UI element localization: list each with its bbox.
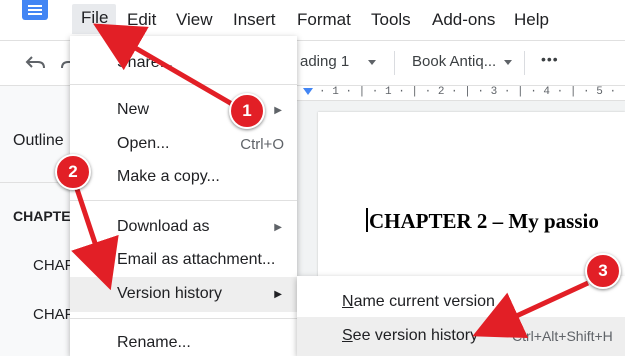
paragraph-style-dropdown[interactable]: ading 1 — [300, 53, 349, 70]
menu-item-version-history-label[interactable]: Version history — [117, 285, 222, 303]
chapter-heading: CHAPTER 2 – My passio — [366, 208, 599, 234]
version-history-submenu: Name current version See version history… — [297, 276, 625, 356]
outline-panel: Outline CHAPTE CHAP CHAP — [0, 86, 75, 356]
menu-file[interactable]: File — [72, 4, 117, 34]
menu-help[interactable]: Help — [514, 9, 549, 31]
more-options-button[interactable]: ••• — [541, 51, 559, 67]
outline-item[interactable]: CHAPTE — [13, 208, 71, 224]
dropdown-caret-icon — [368, 60, 376, 65]
menu-item-share[interactable]: Share... — [117, 54, 173, 72]
callout-1: 1 — [229, 93, 265, 129]
docs-logo-icon[interactable] — [22, 0, 48, 20]
menu-insert[interactable]: Insert — [233, 9, 276, 31]
menu-edit[interactable]: Edit — [127, 9, 156, 31]
menu-bar: File Edit View Insert Format Tools Add-o… — [0, 0, 625, 40]
submenu-arrow-icon: ▶ — [274, 289, 282, 300]
menu-item-new[interactable]: New — [117, 101, 149, 119]
chapter-heading-text: CHAPTER 2 – My passio — [369, 209, 599, 233]
menu-item-see-version-history[interactable]: See version history — [342, 327, 478, 345]
menu-divider — [70, 84, 297, 85]
file-menu-dropdown: Share... New ▶ Open... Ctrl+O Make a cop… — [70, 36, 297, 356]
menu-item-download-as[interactable]: Download as — [117, 218, 210, 236]
menu-add-ons[interactable]: Add-ons — [432, 9, 495, 31]
toolbar-divider — [394, 51, 395, 75]
menu-item-email-attachment[interactable]: Email as attachment... — [117, 251, 275, 269]
ruler-marks: · 1 · | · 1 · | · 2 · | · 3 · | · 4 · | … — [319, 86, 617, 98]
see-version-history-shortcut: Ctrl+Alt+Shift+H — [512, 328, 613, 344]
open-shortcut: Ctrl+O — [240, 136, 284, 153]
callout-2: 2 — [55, 154, 91, 190]
outline-item[interactable]: CHAP — [33, 306, 75, 323]
menu-item-open[interactable]: Open... — [117, 135, 169, 153]
menu-item-rename[interactable]: Rename... — [117, 334, 191, 352]
indent-marker-icon[interactable] — [303, 88, 313, 96]
toolbar-divider — [524, 51, 525, 75]
menu-view[interactable]: View — [176, 9, 213, 31]
menu-divider — [70, 318, 297, 319]
dropdown-caret-icon — [504, 60, 512, 65]
outline-title: Outline — [13, 132, 64, 149]
callout-3: 3 — [585, 253, 621, 289]
menu-format[interactable]: Format — [297, 9, 351, 31]
font-dropdown[interactable]: Book Antiq... — [412, 53, 496, 70]
menu-item-name-current-version[interactable]: Name current version — [342, 293, 495, 311]
ruler: · 1 · | · 1 · | · 2 · | · 3 · | · 4 · | … — [297, 86, 625, 101]
menu-divider — [70, 200, 297, 201]
menu-item-make-copy[interactable]: Make a copy... — [117, 168, 220, 186]
submenu-arrow-icon: ▶ — [274, 105, 282, 116]
submenu-arrow-icon: ▶ — [274, 222, 282, 233]
outline-item[interactable]: CHAP — [33, 257, 75, 274]
text-cursor — [366, 208, 368, 232]
undo-icon[interactable] — [25, 54, 47, 70]
menu-tools[interactable]: Tools — [371, 9, 411, 31]
